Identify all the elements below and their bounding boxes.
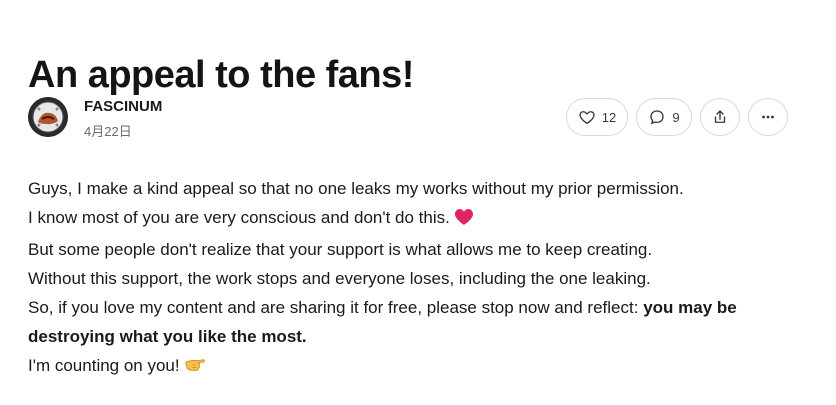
paragraph-text: Without this support, the work stops and… [28, 269, 651, 288]
like-button[interactable]: 12 [566, 98, 628, 136]
pointing-hand-emoji [184, 354, 206, 383]
paragraph-line: Without this support, the work stops and… [28, 264, 818, 293]
post-body: Guys, I make a kind appeal so that no on… [28, 174, 818, 383]
paragraph-text: I'm counting on you! [28, 356, 180, 375]
paragraph-line: Guys, I make a kind appeal so that no on… [28, 174, 818, 203]
comment-count: 9 [672, 109, 680, 125]
post-date: 4月22日 [84, 124, 132, 139]
more-icon [762, 115, 774, 119]
paragraph-text: Guys, I make a kind appeal so that no on… [28, 179, 684, 198]
share-button[interactable] [700, 98, 740, 136]
paragraph-text: So, if you love my content and are shari… [28, 298, 639, 317]
paragraph-line: But some people don't realize that your … [28, 235, 818, 264]
author-avatar[interactable] [28, 97, 68, 137]
paragraph-text: I know most of you are very conscious an… [28, 208, 450, 227]
paragraph-text: But some people don't realize that your … [28, 240, 653, 259]
share-icon [714, 110, 726, 123]
paragraph-line: I'm counting on you! [28, 351, 818, 383]
avatar-image [28, 97, 68, 137]
comment-icon [650, 110, 665, 125]
paragraph-line: I know most of you are very conscious an… [28, 203, 818, 235]
paragraph-line: So, if you love my content and are shari… [28, 293, 818, 351]
more-options-button[interactable] [748, 98, 788, 136]
comment-button[interactable]: 9 [636, 98, 692, 136]
post-title: An appeal to the fans! [28, 54, 414, 97]
heart-icon [579, 111, 595, 125]
like-count: 12 [601, 109, 617, 125]
author-name[interactable]: FASCINUM [84, 98, 162, 115]
red-heart-emoji [454, 206, 474, 235]
